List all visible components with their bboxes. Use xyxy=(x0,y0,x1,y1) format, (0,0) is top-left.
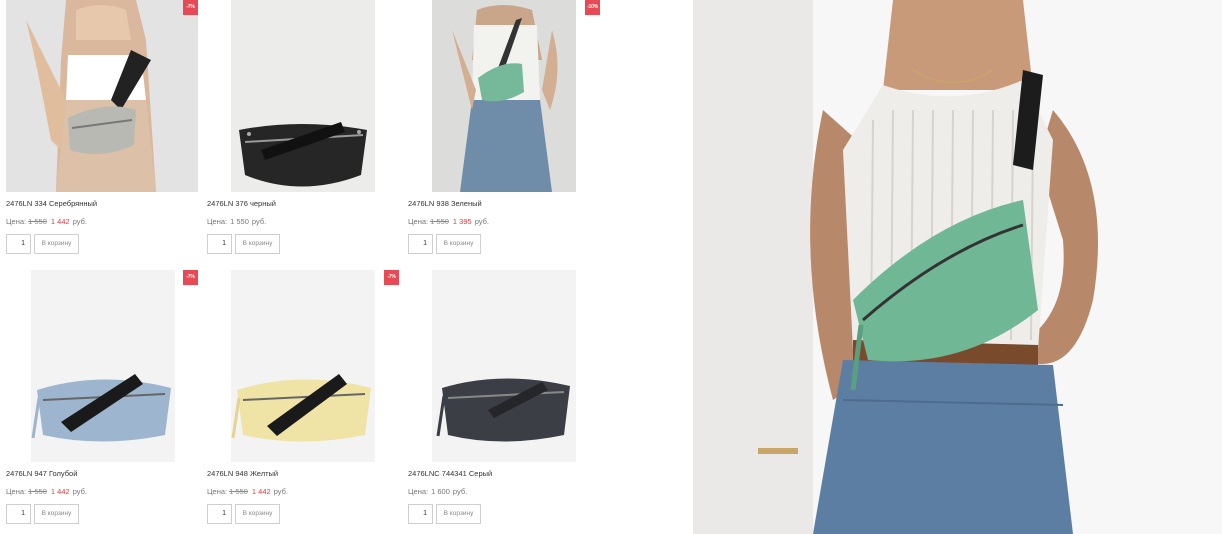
price-row: Цена: 1 550 1 442 руб. xyxy=(6,217,87,226)
product-photo xyxy=(31,270,175,462)
add-to-cart-button[interactable]: В корзину xyxy=(436,504,481,524)
discount-badge: -10% xyxy=(585,0,600,15)
discount-badge: -7% xyxy=(183,270,198,285)
product-name[interactable]: 2476LN 376 черный xyxy=(207,199,276,208)
price-row: Цена: 1 550 руб. xyxy=(207,217,266,226)
old-price: 1 550 xyxy=(28,217,47,226)
add-to-cart-button[interactable]: В корзину xyxy=(34,234,79,254)
currency: руб. xyxy=(72,217,87,226)
product-name[interactable]: 2476LNC 744341 Серый xyxy=(408,469,492,478)
quantity-input[interactable]: 1 xyxy=(408,504,433,524)
product-card: -7% 2476LN 947 Голубой Цена: 1 550 1 442 ру… xyxy=(6,270,206,530)
product-image-link[interactable] xyxy=(408,270,608,462)
price-row: Цена: 1 550 1 442 руб. xyxy=(6,487,87,496)
sale-price: 1 442 xyxy=(50,217,70,226)
old-price: 1 550 xyxy=(229,487,248,496)
discount-badge: -7% xyxy=(384,270,399,285)
product-image-link[interactable] xyxy=(207,0,407,192)
discount-badge: -7% xyxy=(183,0,198,15)
product-card: 2476LN 376 черный Цена: 1 550 руб. 1 В кор… xyxy=(207,0,407,260)
product-photo xyxy=(231,0,375,192)
price-label: Цена: xyxy=(6,487,27,496)
quantity-input[interactable]: 1 xyxy=(6,504,31,524)
add-to-cart-button[interactable]: В корзину xyxy=(436,234,481,254)
add-to-cart-button[interactable]: В корзину xyxy=(235,234,280,254)
product-name[interactable]: 2476LN 334 Серебрянный xyxy=(6,199,97,208)
quantity-input[interactable]: 1 xyxy=(207,234,232,254)
product-photo xyxy=(432,0,576,192)
sale-price: 1 395 xyxy=(452,217,472,226)
price: 1 550 xyxy=(230,217,249,226)
product-image-link[interactable] xyxy=(6,270,206,462)
product-photo xyxy=(432,270,576,462)
product-image-link[interactable] xyxy=(6,0,206,192)
currency: руб. xyxy=(452,487,468,496)
quantity-input[interactable]: 1 xyxy=(6,234,31,254)
price-label: Цена: xyxy=(207,487,228,496)
sale-price: 1 442 xyxy=(251,487,271,496)
price-label: Цена: xyxy=(6,217,27,226)
currency: руб. xyxy=(474,217,489,226)
price: 1 600 xyxy=(431,487,450,496)
product-name[interactable]: 2476LN 947 Голубой xyxy=(6,469,77,478)
product-grid: -7% 2476LN 334 Серебрянный Цена: 1 550 1 4… xyxy=(0,0,690,534)
product-card: -7% 2476LN 334 Серебрянный Цена: 1 550 1 4… xyxy=(6,0,206,260)
product-photo xyxy=(6,0,198,192)
currency: руб. xyxy=(273,487,288,496)
price-row: Цена: 1 600 руб. xyxy=(408,487,467,496)
price-row: Цена: 1 550 1 395 руб. xyxy=(408,217,489,226)
product-photo xyxy=(231,270,375,462)
add-to-cart-button[interactable]: В корзину xyxy=(34,504,79,524)
currency: руб. xyxy=(251,217,267,226)
old-price: 1 550 xyxy=(430,217,449,226)
product-name[interactable]: 2476LN 938 Зеленый xyxy=(408,199,482,208)
product-card: 2476LNC 744341 Серый Цена: 1 600 руб. 1 В … xyxy=(408,270,608,530)
currency: руб. xyxy=(72,487,87,496)
hero-model-photo xyxy=(693,0,1222,534)
sale-price: 1 442 xyxy=(50,487,70,496)
price-label: Цена: xyxy=(408,217,429,226)
add-to-cart-button[interactable]: В корзину xyxy=(235,504,280,524)
product-image-link[interactable] xyxy=(408,0,608,192)
price-row: Цена: 1 550 1 442 руб. xyxy=(207,487,288,496)
quantity-input[interactable]: 1 xyxy=(408,234,433,254)
old-price: 1 550 xyxy=(28,487,47,496)
product-name[interactable]: 2476LN 948 Желтый xyxy=(207,469,278,478)
price-label: Цена: xyxy=(408,487,429,496)
price-label: Цена: xyxy=(207,217,228,226)
quantity-input[interactable]: 1 xyxy=(207,504,232,524)
product-image-link[interactable] xyxy=(207,270,407,462)
product-card: -10% 2476LN 938 Зеленый Цена: 1 550 1 395 р… xyxy=(408,0,608,260)
product-card: -7% 2476LN 948 Желтый Цена: 1 550 1 442 руб… xyxy=(207,270,407,530)
